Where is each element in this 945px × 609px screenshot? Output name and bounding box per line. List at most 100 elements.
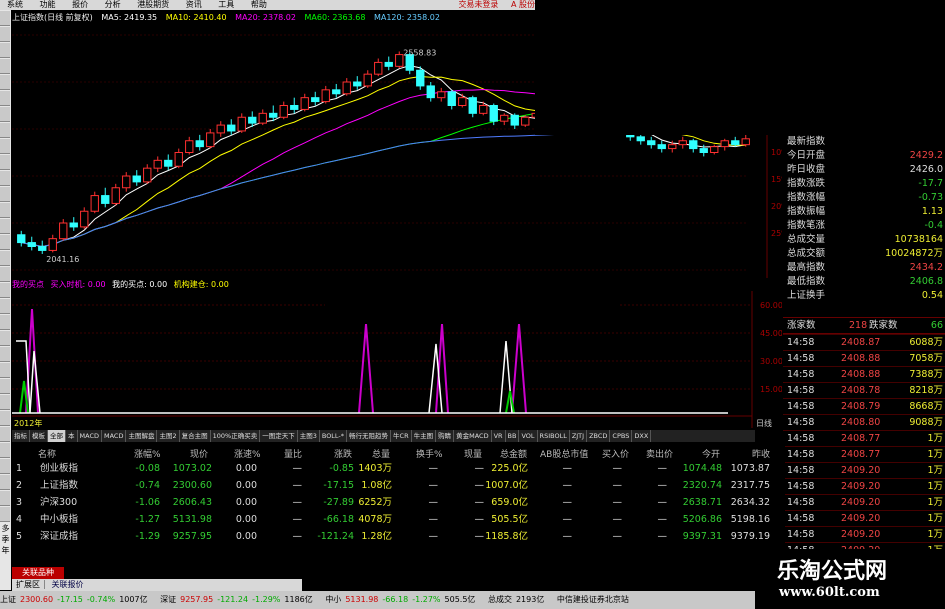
col-header[interactable]: AB股总市值 bbox=[540, 447, 588, 460]
tool-button[interactable] bbox=[0, 11, 10, 26]
table-row[interactable]: 3 沪深300 -1.06 2606.43 0.00 — -27.89 6252万 — — 659.… bbox=[12, 495, 785, 511]
candle-body[interactable] bbox=[363, 73, 372, 87]
tool-button[interactable] bbox=[0, 171, 10, 186]
tool-button[interactable] bbox=[0, 283, 10, 298]
tool-button[interactable] bbox=[0, 427, 10, 442]
candle-body[interactable] bbox=[636, 136, 645, 142]
candle-body[interactable] bbox=[195, 140, 204, 148]
col-header[interactable]: 涨速% bbox=[234, 447, 261, 460]
candle-body[interactable] bbox=[111, 187, 120, 204]
candle-body[interactable] bbox=[164, 159, 173, 167]
indicator-tab[interactable]: MACD bbox=[78, 430, 102, 442]
related-tab[interactable]: 关联品种 bbox=[12, 567, 64, 579]
candle-body[interactable] bbox=[321, 89, 330, 103]
col-header[interactable]: 卖出价 bbox=[646, 447, 673, 460]
candle-body[interactable] bbox=[143, 167, 152, 183]
tool-button[interactable] bbox=[0, 75, 10, 90]
candle-body[interactable] bbox=[227, 124, 236, 132]
tool-button[interactable] bbox=[0, 203, 10, 218]
table-row[interactable]: 1 创业板指 -0.08 1073.02 0.00 — -0.85 1403万 — — 225.0亿… bbox=[12, 461, 785, 477]
indicator-tab[interactable]: 模板 bbox=[30, 430, 48, 442]
tool-button[interactable] bbox=[0, 235, 10, 250]
candle-body[interactable] bbox=[353, 81, 362, 87]
candle-body[interactable] bbox=[668, 144, 677, 150]
menu-item[interactable]: 工具 bbox=[211, 0, 241, 10]
candle-body[interactable] bbox=[206, 132, 215, 148]
tool-button[interactable] bbox=[0, 43, 10, 58]
table-row[interactable]: 4 中小板指 -1.27 5131.98 0.00 — -66.18 4078万 — — 505.5… bbox=[12, 512, 785, 528]
candle-body[interactable] bbox=[458, 97, 467, 106]
candle-body[interactable] bbox=[300, 97, 309, 110]
menu-item[interactable]: 功能 bbox=[33, 0, 63, 10]
candle-body[interactable] bbox=[720, 140, 729, 148]
col-header[interactable]: 今开 bbox=[702, 447, 720, 460]
candle-body[interactable] bbox=[521, 116, 530, 126]
candle-body[interactable] bbox=[69, 222, 78, 228]
candle-body[interactable] bbox=[59, 222, 68, 240]
candle-body[interactable] bbox=[426, 85, 435, 99]
tool-button[interactable] bbox=[0, 155, 10, 170]
tool-button[interactable] bbox=[0, 59, 10, 74]
tool-button[interactable] bbox=[0, 187, 10, 202]
broker-name[interactable]: 中信建投证券北京站 bbox=[557, 595, 629, 604]
candle-body[interactable] bbox=[80, 210, 89, 228]
candle-body[interactable] bbox=[479, 105, 488, 114]
col-header[interactable]: 现量 bbox=[464, 447, 482, 460]
indicator-tab[interactable]: 100%正确买卖 bbox=[211, 430, 261, 442]
tool-button[interactable] bbox=[0, 379, 10, 394]
sz-label[interactable]: 深证 bbox=[160, 595, 176, 604]
tool-button[interactable] bbox=[0, 491, 10, 506]
col-header[interactable]: 总金额 bbox=[500, 447, 527, 460]
indicator-tab[interactable]: 主图2 bbox=[157, 430, 180, 442]
indicator-tab[interactable]: CPBS bbox=[610, 430, 633, 442]
candle-body[interactable] bbox=[500, 114, 509, 122]
candle-body[interactable] bbox=[416, 69, 425, 87]
ref-tab[interactable]: 关联报价 bbox=[48, 580, 88, 589]
indicator-tab[interactable]: 牛CR bbox=[391, 430, 412, 442]
menu-item[interactable]: 资讯 bbox=[179, 0, 209, 10]
tool-button[interactable] bbox=[0, 27, 10, 42]
candle-body[interactable] bbox=[741, 138, 750, 146]
candle-body[interactable] bbox=[647, 140, 656, 146]
candle-body[interactable] bbox=[731, 140, 740, 146]
candle-body[interactable] bbox=[437, 91, 446, 99]
col-header[interactable]: 买入价 bbox=[602, 447, 629, 460]
col-header[interactable]: 量比 bbox=[284, 447, 302, 460]
col-header[interactable]: 现价 bbox=[190, 447, 208, 460]
candle-body[interactable] bbox=[395, 54, 404, 67]
login-status[interactable]: 交易未登录 bbox=[458, 0, 498, 9]
tool-button[interactable] bbox=[0, 507, 10, 522]
candle-body[interactable] bbox=[489, 105, 498, 122]
col-header[interactable]: 总量 bbox=[372, 447, 390, 460]
stock-quick[interactable]: A 股份 bbox=[511, 0, 535, 9]
indicator-tab[interactable]: 购睛 bbox=[436, 430, 455, 442]
candle-body[interactable] bbox=[447, 91, 456, 106]
indicator-tab[interactable]: ZJTJ bbox=[570, 430, 588, 442]
candle-body[interactable] bbox=[17, 234, 26, 244]
table-row[interactable]: 2 上证指数 -0.74 2300.60 0.00— -17.15 1.08亿 — —1007.… bbox=[12, 478, 785, 494]
candle-body[interactable] bbox=[510, 114, 519, 126]
candle-body[interactable] bbox=[216, 124, 225, 134]
tool-button[interactable] bbox=[0, 139, 10, 154]
candle-body[interactable] bbox=[689, 140, 698, 150]
candle-body[interactable] bbox=[678, 140, 687, 146]
candle-body[interactable] bbox=[153, 159, 162, 169]
tool-button[interactable] bbox=[0, 459, 10, 474]
menu-item[interactable]: 帮助 bbox=[244, 0, 274, 10]
col-header[interactable]: 涨跌 bbox=[334, 447, 352, 460]
period-label[interactable]: 多 bbox=[0, 523, 11, 534]
indicator-tab[interactable]: 主图解盘 bbox=[126, 430, 158, 442]
candle-body[interactable] bbox=[657, 144, 666, 150]
candle-body[interactable] bbox=[132, 175, 141, 183]
indicator-tab[interactable]: 畅行无阻趋势 bbox=[347, 430, 392, 442]
candle-body[interactable] bbox=[699, 148, 708, 154]
sh-label[interactable]: 上证 bbox=[0, 595, 16, 604]
candle-body[interactable] bbox=[174, 152, 183, 167]
menu-item[interactable]: 系统 bbox=[0, 0, 30, 10]
indicator-tab[interactable]: VR bbox=[492, 430, 506, 442]
candle-body[interactable] bbox=[185, 140, 194, 153]
zx-label[interactable]: 中小 bbox=[325, 595, 341, 604]
period-label[interactable]: 年 bbox=[0, 545, 11, 556]
indicator-tab[interactable]: 本 bbox=[66, 430, 78, 442]
candle-body[interactable] bbox=[342, 81, 351, 95]
